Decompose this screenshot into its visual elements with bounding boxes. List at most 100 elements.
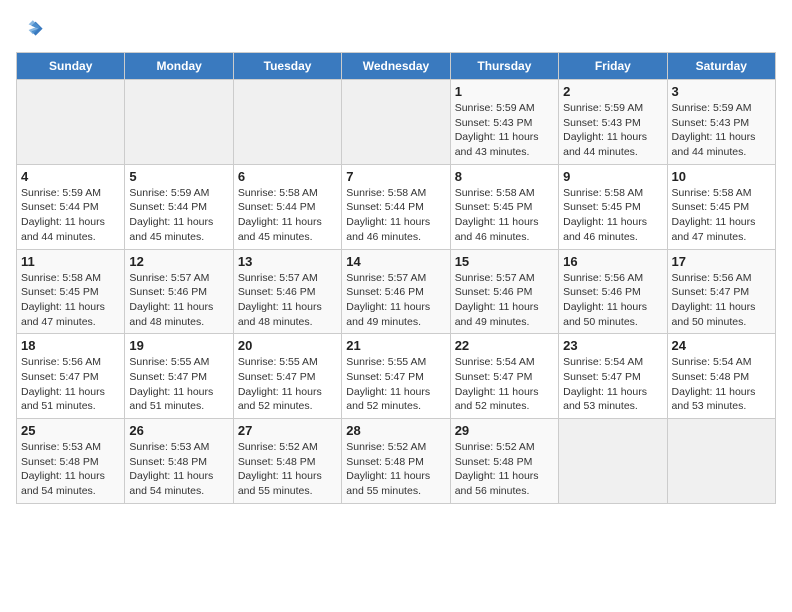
day-info: Sunrise: 5:56 AMSunset: 5:46 PMDaylight:… <box>563 271 662 330</box>
day-info: Sunrise: 5:55 AMSunset: 5:47 PMDaylight:… <box>346 355 445 414</box>
weekday-header-wednesday: Wednesday <box>342 53 450 80</box>
calendar-cell: 7 Sunrise: 5:58 AMSunset: 5:44 PMDaylight… <box>342 164 450 249</box>
calendar-cell: 16 Sunrise: 5:56 AMSunset: 5:46 PMDayligh… <box>559 249 667 334</box>
weekday-header-thursday: Thursday <box>450 53 558 80</box>
day-number: 23 <box>563 338 662 353</box>
day-info: Sunrise: 5:59 AMSunset: 5:43 PMDaylight:… <box>455 101 554 160</box>
calendar-cell: 5Sunrise: 5:59 AMSunset: 5:44 PMDaylight… <box>125 164 233 249</box>
calendar-cell: 20Sunrise: 5:55 AMSunset: 5:47 PMDayligh… <box>233 334 341 419</box>
calendar-cell: 24 Sunrise: 5:54 AMSunset: 5:48 PMDayligh… <box>667 334 775 419</box>
weekday-header-tuesday: Tuesday <box>233 53 341 80</box>
day-info: Sunrise: 5:59 AMSunset: 5:43 PMDaylight:… <box>672 101 771 160</box>
calendar-week-3: 11 Sunrise: 5:58 AMSunset: 5:45 PMDayligh… <box>17 249 776 334</box>
day-number: 10 <box>672 169 771 184</box>
day-info: Sunrise: 5:58 AMSunset: 5:45 PMDaylight:… <box>672 186 771 245</box>
day-info: Sunrise: 5:55 AMSunset: 5:47 PMDaylight:… <box>238 355 337 414</box>
calendar-cell: 26 Sunrise: 5:53 AMSunset: 5:48 PMDayligh… <box>125 419 233 504</box>
day-number: 15 <box>455 254 554 269</box>
calendar-cell: 12Sunrise: 5:57 AMSunset: 5:46 PMDayligh… <box>125 249 233 334</box>
calendar-cell: 3 Sunrise: 5:59 AMSunset: 5:43 PMDaylight… <box>667 80 775 165</box>
calendar-cell <box>667 419 775 504</box>
day-number: 7 <box>346 169 445 184</box>
calendar-cell: 15Sunrise: 5:57 AMSunset: 5:46 PMDayligh… <box>450 249 558 334</box>
day-info: Sunrise: 5:56 AMSunset: 5:47 PMDaylight:… <box>672 271 771 330</box>
day-number: 17 <box>672 254 771 269</box>
calendar-week-4: 18 Sunrise: 5:56 AMSunset: 5:47 PMDayligh… <box>17 334 776 419</box>
day-number: 26 <box>129 423 228 438</box>
page-header <box>16 16 776 44</box>
day-number: 4 <box>21 169 120 184</box>
calendar-cell: 29 Sunrise: 5:52 AMSunset: 5:48 PMDayligh… <box>450 419 558 504</box>
day-info: Sunrise: 5:54 AMSunset: 5:47 PMDaylight:… <box>563 355 662 414</box>
calendar-cell <box>559 419 667 504</box>
day-number: 25 <box>21 423 120 438</box>
calendar-week-2: 4 Sunrise: 5:59 AMSunset: 5:44 PMDaylight… <box>17 164 776 249</box>
calendar-cell: 9 Sunrise: 5:58 AMSunset: 5:45 PMDaylight… <box>559 164 667 249</box>
calendar-cell: 18 Sunrise: 5:56 AMSunset: 5:47 PMDayligh… <box>17 334 125 419</box>
day-info: Sunrise: 5:54 AMSunset: 5:47 PMDaylight:… <box>455 355 554 414</box>
calendar-cell: 25 Sunrise: 5:53 AMSunset: 5:48 PMDayligh… <box>17 419 125 504</box>
day-info: Sunrise: 5:52 AMSunset: 5:48 PMDaylight:… <box>455 440 554 499</box>
calendar-cell: 10 Sunrise: 5:58 AMSunset: 5:45 PMDayligh… <box>667 164 775 249</box>
calendar-cell: 14Sunrise: 5:57 AMSunset: 5:46 PMDayligh… <box>342 249 450 334</box>
calendar-cell: 1 Sunrise: 5:59 AMSunset: 5:43 PMDaylight… <box>450 80 558 165</box>
calendar-week-5: 25 Sunrise: 5:53 AMSunset: 5:48 PMDayligh… <box>17 419 776 504</box>
day-info: Sunrise: 5:55 AMSunset: 5:47 PMDaylight:… <box>129 355 228 414</box>
day-info: Sunrise: 5:57 AMSunset: 5:46 PMDaylight:… <box>238 271 337 330</box>
day-info: Sunrise: 5:53 AMSunset: 5:48 PMDaylight:… <box>129 440 228 499</box>
day-number: 5 <box>129 169 228 184</box>
calendar-cell <box>17 80 125 165</box>
day-number: 6 <box>238 169 337 184</box>
calendar-cell <box>233 80 341 165</box>
logo <box>16 16 48 44</box>
day-number: 18 <box>21 338 120 353</box>
day-number: 29 <box>455 423 554 438</box>
weekday-header-saturday: Saturday <box>667 53 775 80</box>
calendar-cell: 22 Sunrise: 5:54 AMSunset: 5:47 PMDayligh… <box>450 334 558 419</box>
day-info: Sunrise: 5:57 AMSunset: 5:46 PMDaylight:… <box>129 271 228 330</box>
day-info: Sunrise: 5:58 AMSunset: 5:44 PMDaylight:… <box>346 186 445 245</box>
day-number: 8 <box>455 169 554 184</box>
day-number: 11 <box>21 254 120 269</box>
day-info: Sunrise: 5:54 AMSunset: 5:48 PMDaylight:… <box>672 355 771 414</box>
calendar-cell: 8 Sunrise: 5:58 AMSunset: 5:45 PMDaylight… <box>450 164 558 249</box>
day-info: Sunrise: 5:56 AMSunset: 5:47 PMDaylight:… <box>21 355 120 414</box>
calendar-cell: 6 Sunrise: 5:58 AMSunset: 5:44 PMDaylight… <box>233 164 341 249</box>
day-info: Sunrise: 5:58 AMSunset: 5:45 PMDaylight:… <box>21 271 120 330</box>
calendar-cell: 21 Sunrise: 5:55 AMSunset: 5:47 PMDayligh… <box>342 334 450 419</box>
day-info: Sunrise: 5:59 AMSunset: 5:44 PMDaylight:… <box>21 186 120 245</box>
weekday-header-monday: Monday <box>125 53 233 80</box>
day-info: Sunrise: 5:52 AMSunset: 5:48 PMDaylight:… <box>238 440 337 499</box>
weekday-header-friday: Friday <box>559 53 667 80</box>
day-number: 14 <box>346 254 445 269</box>
day-number: 19 <box>129 338 228 353</box>
day-number: 9 <box>563 169 662 184</box>
day-number: 28 <box>346 423 445 438</box>
day-number: 16 <box>563 254 662 269</box>
day-info: Sunrise: 5:58 AMSunset: 5:44 PMDaylight:… <box>238 186 337 245</box>
calendar-cell: 4 Sunrise: 5:59 AMSunset: 5:44 PMDaylight… <box>17 164 125 249</box>
calendar-cell: 23 Sunrise: 5:54 AMSunset: 5:47 PMDayligh… <box>559 334 667 419</box>
calendar-cell <box>342 80 450 165</box>
calendar-cell: 2Sunrise: 5:59 AMSunset: 5:43 PMDaylight… <box>559 80 667 165</box>
day-info: Sunrise: 5:58 AMSunset: 5:45 PMDaylight:… <box>455 186 554 245</box>
calendar-cell: 11 Sunrise: 5:58 AMSunset: 5:45 PMDayligh… <box>17 249 125 334</box>
calendar-cell: 27 Sunrise: 5:52 AMSunset: 5:48 PMDayligh… <box>233 419 341 504</box>
weekday-header-sunday: Sunday <box>17 53 125 80</box>
day-number: 3 <box>672 84 771 99</box>
calendar-cell <box>125 80 233 165</box>
day-number: 1 <box>455 84 554 99</box>
calendar-table: SundayMondayTuesdayWednesdayThursdayFrid… <box>16 52 776 504</box>
calendar-cell: 19 Sunrise: 5:55 AMSunset: 5:47 PMDayligh… <box>125 334 233 419</box>
calendar-cell: 28 Sunrise: 5:52 AMSunset: 5:48 PMDayligh… <box>342 419 450 504</box>
calendar-cell: 13 Sunrise: 5:57 AMSunset: 5:46 PMDayligh… <box>233 249 341 334</box>
day-number: 13 <box>238 254 337 269</box>
day-number: 27 <box>238 423 337 438</box>
day-number: 2 <box>563 84 662 99</box>
day-number: 24 <box>672 338 771 353</box>
day-number: 21 <box>346 338 445 353</box>
day-info: Sunrise: 5:58 AMSunset: 5:45 PMDaylight:… <box>563 186 662 245</box>
day-info: Sunrise: 5:53 AMSunset: 5:48 PMDaylight:… <box>21 440 120 499</box>
day-info: Sunrise: 5:52 AMSunset: 5:48 PMDaylight:… <box>346 440 445 499</box>
day-number: 22 <box>455 338 554 353</box>
